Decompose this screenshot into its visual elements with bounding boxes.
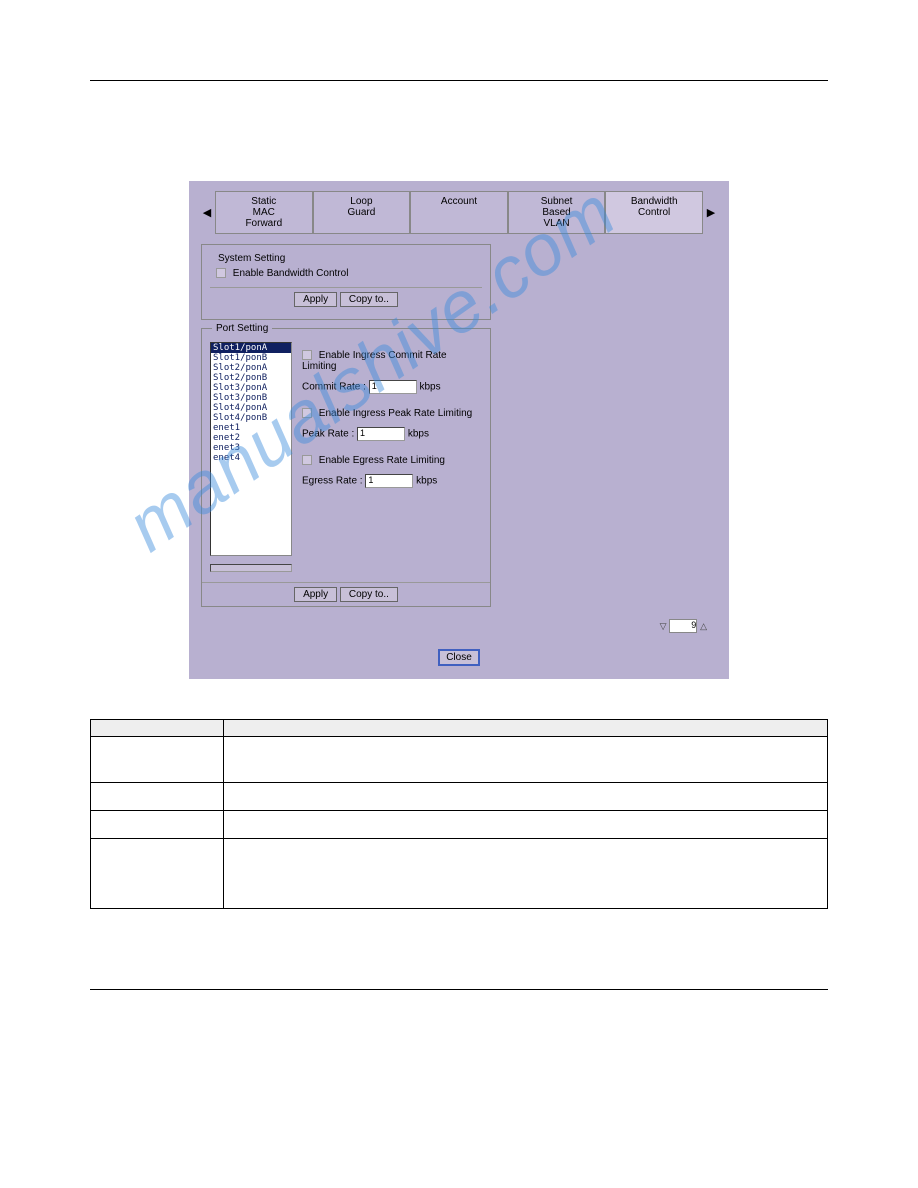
- system-apply-button[interactable]: Apply: [294, 292, 337, 307]
- commit-rate-unit: kbps: [419, 382, 440, 393]
- ingress-peak-checkbox[interactable]: [302, 408, 312, 418]
- list-item[interactable]: enet1: [211, 423, 291, 433]
- tab-loop-guard[interactable]: Loop Guard: [313, 191, 411, 234]
- list-item[interactable]: Slot1/ponA: [211, 343, 291, 353]
- pager-next-icon[interactable]: △: [700, 621, 707, 632]
- system-setting-fieldset: System Setting Enable Bandwidth Control …: [201, 244, 491, 320]
- list-item[interactable]: Slot3/ponB: [211, 393, 291, 403]
- port-listbox[interactable]: Slot1/ponA Slot1/ponB Slot2/ponA Slot2/p…: [210, 342, 292, 556]
- list-item[interactable]: enet4: [211, 453, 291, 463]
- table-row: [91, 839, 828, 909]
- table-header-1: [91, 720, 224, 737]
- page-header-rule: [90, 80, 828, 81]
- pager-bar: ▽ 9 △: [199, 613, 719, 637]
- system-copyto-button[interactable]: Copy to..: [340, 292, 398, 307]
- tab-bar: ◀ Static MAC Forward Loop Guard Account …: [199, 191, 719, 234]
- pager-value[interactable]: 9: [669, 619, 697, 633]
- table-row: [91, 811, 828, 839]
- peak-rate-input[interactable]: 1: [357, 427, 405, 441]
- description-table: [90, 719, 828, 909]
- port-apply-button[interactable]: Apply: [294, 587, 337, 602]
- port-setting-fieldset: Port Setting Slot1/ponA Slot1/ponB Slot2…: [201, 328, 491, 607]
- ingress-peak-label: Enable Ingress Peak Rate Limiting: [319, 408, 472, 419]
- table-row: [91, 737, 828, 783]
- ingress-commit-label: Enable Ingress Commit Rate Limiting: [302, 350, 447, 372]
- tab-account[interactable]: Account: [410, 191, 508, 234]
- port-copyto-button[interactable]: Copy to..: [340, 587, 398, 602]
- screenshot-panel: ◀ Static MAC Forward Loop Guard Account …: [189, 181, 729, 679]
- tab-static-mac-forward[interactable]: Static MAC Forward: [215, 191, 313, 234]
- peak-rate-unit: kbps: [408, 429, 429, 440]
- egress-label: Enable Egress Rate Limiting: [319, 455, 445, 466]
- page-footer-rule: [90, 989, 828, 990]
- egress-rate-unit: kbps: [416, 476, 437, 487]
- list-item[interactable]: enet2: [211, 433, 291, 443]
- egress-checkbox[interactable]: [302, 455, 312, 465]
- tab-subnet-based-vlan[interactable]: Subnet Based VLAN: [508, 191, 606, 234]
- enable-bandwidth-label: Enable Bandwidth Control: [233, 268, 349, 279]
- tab-scroll-left-icon[interactable]: ◀: [199, 191, 215, 234]
- tab-bandwidth-control[interactable]: Bandwidth Control: [605, 191, 703, 234]
- peak-rate-label: Peak Rate :: [302, 429, 354, 440]
- list-item[interactable]: Slot1/ponB: [211, 353, 291, 363]
- table-row: [91, 783, 828, 811]
- ingress-commit-checkbox[interactable]: [302, 350, 312, 360]
- list-item[interactable]: Slot3/ponA: [211, 383, 291, 393]
- system-setting-legend: System Setting: [214, 253, 289, 264]
- list-item[interactable]: enet3: [211, 443, 291, 453]
- pager-prev-icon[interactable]: ▽: [660, 621, 667, 632]
- commit-rate-input[interactable]: 1: [369, 380, 417, 394]
- egress-rate-input[interactable]: 1: [365, 474, 413, 488]
- list-item[interactable]: Slot2/ponB: [211, 373, 291, 383]
- list-item[interactable]: Slot4/ponA: [211, 403, 291, 413]
- list-item[interactable]: Slot2/ponA: [211, 363, 291, 373]
- close-button[interactable]: Close: [438, 649, 480, 666]
- enable-bandwidth-checkbox[interactable]: [216, 268, 226, 278]
- tab-scroll-right-icon[interactable]: ▶: [703, 191, 719, 234]
- commit-rate-label: Commit Rate :: [302, 382, 366, 393]
- table-header-2: [223, 720, 827, 737]
- list-item[interactable]: Slot4/ponB: [211, 413, 291, 423]
- egress-rate-label: Egress Rate :: [302, 476, 363, 487]
- port-setting-legend: Port Setting: [212, 323, 272, 334]
